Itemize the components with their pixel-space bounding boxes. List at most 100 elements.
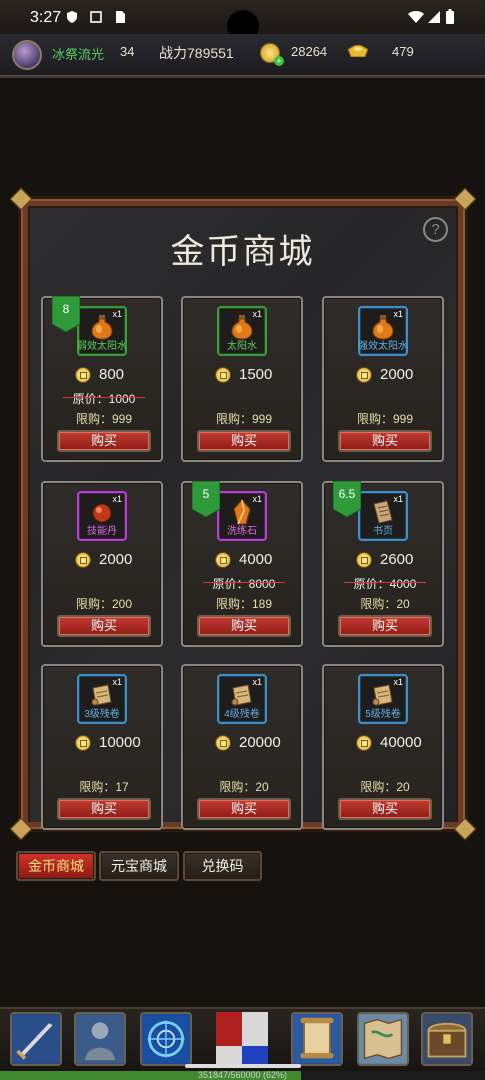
item-slot[interactable]: x1 洗练石 xyxy=(217,491,267,541)
discount-value: 5 xyxy=(202,487,210,501)
xp-bar: 351847/560000 (62%) xyxy=(0,1071,485,1080)
sim-card-icon xyxy=(116,11,125,23)
shop-item-card[interactable]: x1 书页 6.5 2600 原价：4000 限购：20 购买 xyxy=(322,481,444,647)
buy-button[interactable]: 购买 xyxy=(57,798,151,820)
frame-corner xyxy=(453,817,477,841)
item-slot[interactable]: x1 太阳水 xyxy=(217,306,267,356)
chest-icon[interactable] xyxy=(421,1012,473,1066)
buy-button[interactable]: 购买 xyxy=(197,615,291,637)
window-icon xyxy=(90,11,102,23)
ingot-amount: 479 xyxy=(392,44,414,59)
original-price-text: 原价：1000 xyxy=(72,392,136,406)
gold-coin-icon xyxy=(215,735,231,751)
purchase-limit: 限购：20 xyxy=(360,597,410,611)
item-name: 技能丹 xyxy=(87,526,117,537)
gold-coin-icon xyxy=(215,552,231,568)
warrior-icon[interactable] xyxy=(74,1012,126,1066)
shop-item-card[interactable]: x1 技能丹 2000 限购：200 购买 xyxy=(41,481,163,647)
add-gold-icon[interactable]: + xyxy=(274,56,284,66)
original-price-text: 原价：4000 xyxy=(353,577,417,591)
purchase-limit: 限购：20 xyxy=(360,780,410,794)
item-slot[interactable]: x1 4级残卷 xyxy=(217,674,267,724)
shop-item-card[interactable]: x1 洗练石 5 4000 原价：8000 限购：189 购买 xyxy=(181,481,303,647)
flag-icon[interactable] xyxy=(210,1012,274,1066)
original-price-text: 原价：8000 xyxy=(212,577,276,591)
item-price: 2000 xyxy=(380,366,414,383)
tab-redeem-code[interactable]: 兑换码 xyxy=(183,851,262,881)
item-slot[interactable]: x1 技能丹 xyxy=(77,491,127,541)
shop-item-card[interactable]: x1 4级残卷 20000 限购：20 购买 xyxy=(181,664,303,830)
discount-value: 6.5 xyxy=(338,487,356,501)
home-indicator[interactable] xyxy=(185,1064,301,1068)
item-price: 20000 xyxy=(239,734,281,751)
purchase-limit: 限购：17 xyxy=(79,780,129,794)
shop-item-card[interactable]: x1 太阳水 1500 限购：999 购买 xyxy=(181,296,303,462)
shop-item-card[interactable]: x1 强效太阳水 2000 限购：999 购买 xyxy=(322,296,444,462)
help-button[interactable]: ? xyxy=(423,217,448,242)
strikethrough xyxy=(344,582,426,583)
discount-badge: 8 xyxy=(52,296,80,332)
strikethrough xyxy=(63,397,145,398)
frame-corner xyxy=(9,817,33,841)
buy-button[interactable]: 购买 xyxy=(338,798,432,820)
magic-circle-icon[interactable] xyxy=(140,1012,192,1066)
discount-value: 8 xyxy=(62,302,70,316)
shop-item-card[interactable]: x1 3级残卷 10000 限购：17 购买 xyxy=(41,664,163,830)
buy-button[interactable]: 购买 xyxy=(338,430,432,452)
buy-button[interactable]: 购买 xyxy=(57,615,151,637)
status-time: 3:27 xyxy=(30,9,62,26)
original-price: 原价：1000 xyxy=(43,390,165,407)
buy-button[interactable]: 购买 xyxy=(57,430,151,452)
item-quantity: x1 xyxy=(393,677,403,687)
item-quantity: x1 xyxy=(252,494,262,504)
item-slot[interactable]: x1 5级残卷 xyxy=(358,674,408,724)
tab-ingot-shop[interactable]: 元宝商城 xyxy=(99,851,179,881)
item-quantity: x1 xyxy=(112,309,122,319)
purchase-limit: 限购：20 xyxy=(219,780,269,794)
item-quantity: x1 xyxy=(252,677,262,687)
item-slot[interactable]: x1 3级残卷 xyxy=(77,674,127,724)
item-slot[interactable]: x1 弱效太阳水 xyxy=(77,306,127,356)
battery-icon xyxy=(446,9,454,24)
buy-button[interactable]: 购买 xyxy=(197,430,291,452)
gold-coin-icon[interactable]: + xyxy=(260,43,284,66)
item-name: 洗练石 xyxy=(227,526,257,537)
shop-title: 金币商城 xyxy=(170,232,315,272)
item-name: 4级残卷 xyxy=(224,709,260,720)
shop-item-card[interactable]: x1 弱效太阳水 8 800 原价：1000 限购：999 购买 xyxy=(41,296,163,462)
item-price: 10000 xyxy=(99,734,141,751)
item-price: 2000 xyxy=(99,551,133,568)
shop-item-card[interactable]: x1 5级残卷 40000 限购：20 购买 xyxy=(322,664,444,830)
purchase-limit: 限购：999 xyxy=(75,412,133,426)
signal-icon xyxy=(428,11,440,23)
purchase-limit: 限购：999 xyxy=(356,412,414,426)
map-icon[interactable] xyxy=(357,1012,409,1066)
item-name: 强效太阳水 xyxy=(358,341,408,352)
item-price: 4000 xyxy=(239,551,273,568)
tab-gold-shop[interactable]: 金币商城 xyxy=(16,851,96,881)
item-slot[interactable]: x1 强效太阳水 xyxy=(358,306,408,356)
purchase-limit: 限购：200 xyxy=(75,597,133,611)
item-slot[interactable]: x1 书页 xyxy=(358,491,408,541)
gold-coin-icon xyxy=(75,552,91,568)
gold-coin-icon xyxy=(356,552,372,568)
gold-coin-icon xyxy=(356,735,372,751)
scroll-icon[interactable] xyxy=(291,1012,343,1066)
purchase-limit: 限购：189 xyxy=(215,597,273,611)
gold-coin-icon xyxy=(215,367,231,383)
player-name: 冰祭流光 xyxy=(52,47,105,62)
shield-icon xyxy=(67,11,77,23)
buy-button[interactable]: 购买 xyxy=(338,615,432,637)
gold-coin-icon xyxy=(356,367,372,383)
avatar[interactable] xyxy=(12,40,42,70)
xp-text: 351847/560000 (62%) xyxy=(197,1070,288,1080)
item-name: 太阳水 xyxy=(227,341,257,352)
item-quantity: x1 xyxy=(112,494,122,504)
gold-ingot-icon xyxy=(348,45,368,57)
item-price: 40000 xyxy=(380,734,422,751)
buy-button[interactable]: 购买 xyxy=(197,798,291,820)
sword-icon[interactable] xyxy=(10,1012,62,1066)
frame-corner xyxy=(9,187,33,211)
gold-coin-icon xyxy=(75,735,91,751)
original-price: 原价：4000 xyxy=(324,575,446,592)
